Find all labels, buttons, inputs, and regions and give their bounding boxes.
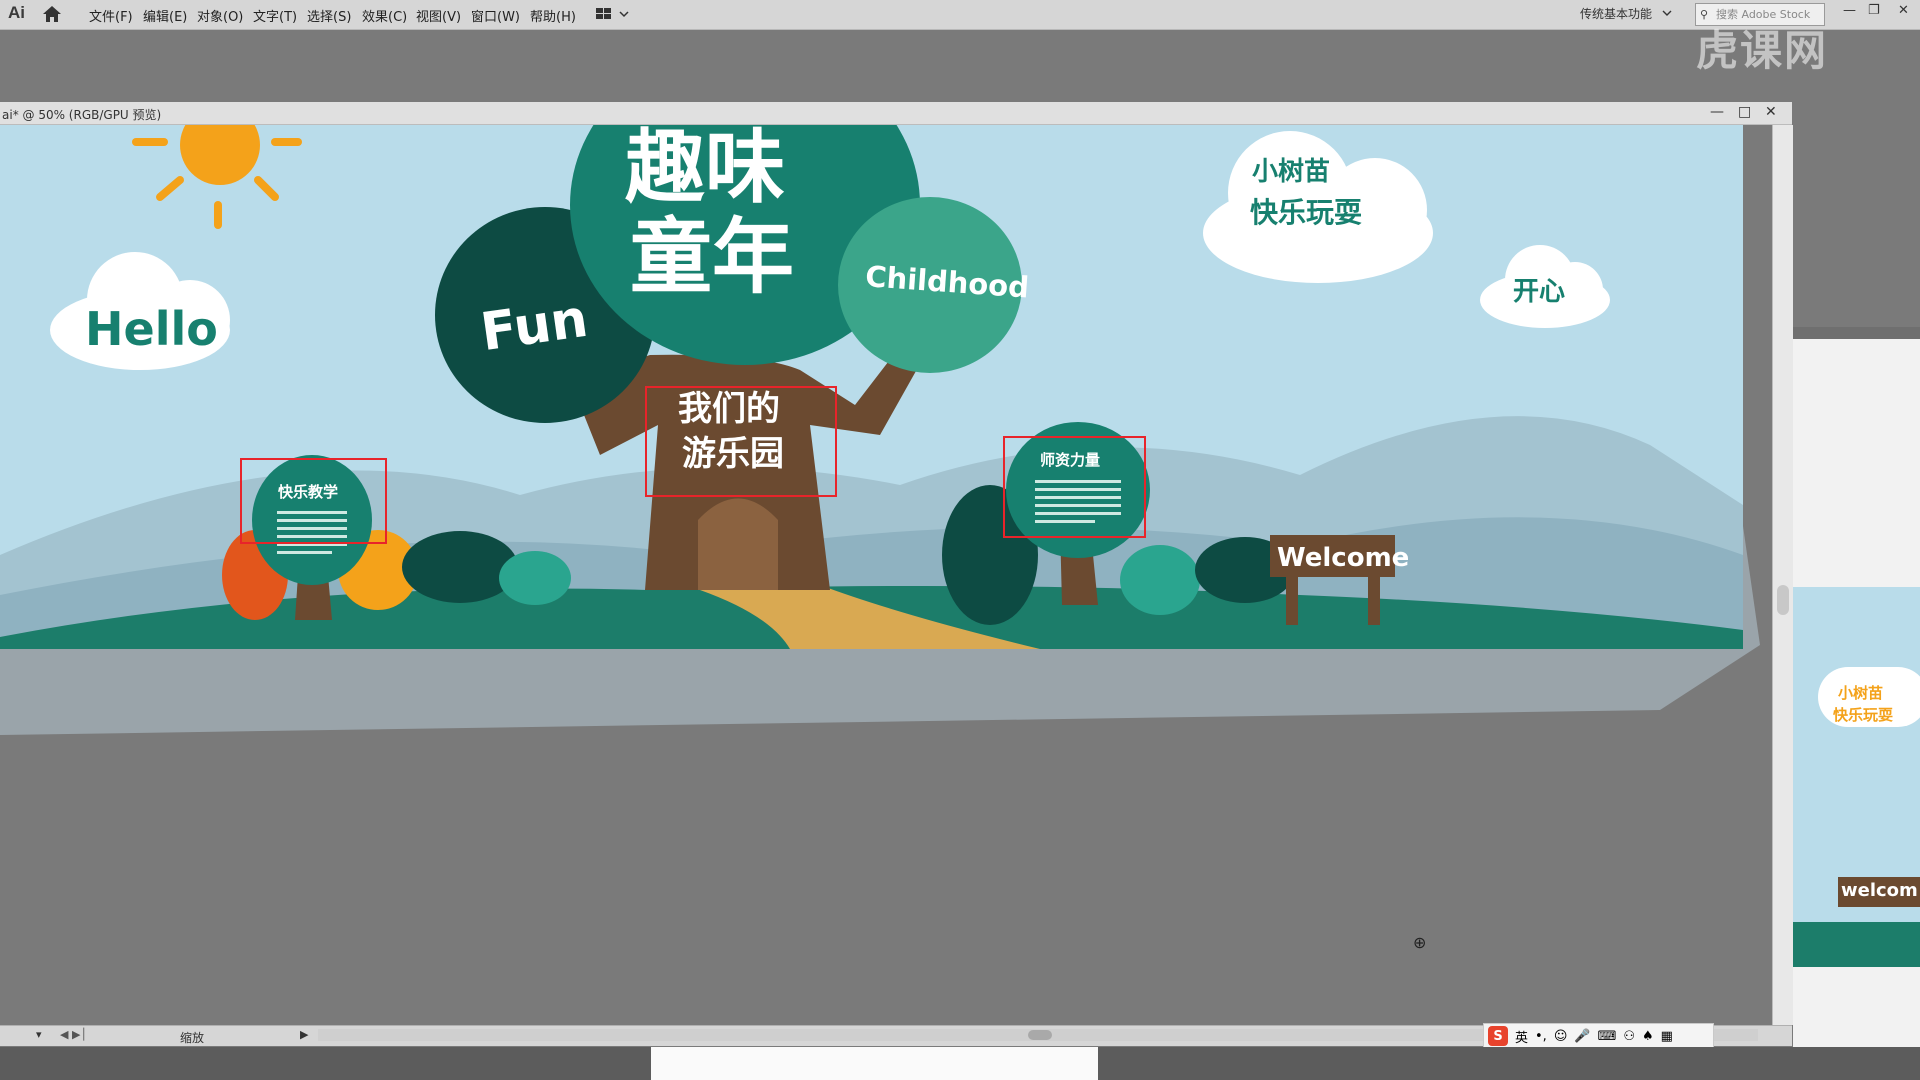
artboard-nav-icon[interactable]: ◀ ▶│	[60, 1028, 87, 1041]
scroll-thumb[interactable]	[1777, 585, 1789, 615]
minimize-icon[interactable]: —	[1843, 3, 1856, 18]
status-zoom-label: 缩放	[180, 1031, 205, 1045]
doc-maximize-icon[interactable]: □	[1738, 104, 1751, 120]
emoji-icon[interactable]: ☺	[1554, 1029, 1568, 1044]
title-line2: 童年	[630, 210, 794, 305]
vertical-scrollbar[interactable]	[1772, 125, 1793, 1025]
title-line1: 趣味	[625, 125, 785, 214]
preview-cloud-line1: 小树苗	[1838, 684, 1884, 702]
workspace-switcher[interactable]: 传统基本功能	[1580, 5, 1652, 22]
right-tree-title: 师资力量	[1040, 451, 1100, 469]
cloud-sapling-line1: 小树苗	[1252, 157, 1330, 187]
menu-object[interactable]: 对象(O)	[197, 6, 243, 25]
menu-file[interactable]: 文件(F)	[89, 6, 133, 25]
preview-sign-text: welcom	[1841, 880, 1918, 901]
menu-view[interactable]: 视图(V)	[416, 6, 461, 25]
cloud-happy-text: 开心	[1513, 277, 1565, 307]
home-icon[interactable]	[42, 5, 62, 23]
document-tab[interactable]: ai* @ 50% (RGB/GPU 预览) — □ ✕	[0, 102, 1792, 125]
skin-icon[interactable]: ♠	[1642, 1029, 1654, 1044]
doc-minimize-icon[interactable]: —	[1710, 104, 1724, 120]
trunk-text-line1: 我们的	[678, 389, 780, 429]
restore-icon[interactable]: ❐	[1868, 3, 1880, 18]
welcome-sign-text: Welcome	[1277, 543, 1409, 573]
user-icon[interactable]: ⚇	[1623, 1029, 1635, 1044]
close-icon[interactable]: ✕	[1898, 3, 1909, 18]
preview-panel: 小树苗 快乐玩耍 welcom	[1793, 327, 1920, 1077]
left-tree-title: 快乐教学	[278, 483, 338, 501]
taskbar-active-window[interactable]	[651, 1047, 1098, 1080]
zoom-cursor-icon: ⊕	[1413, 933, 1427, 952]
cloud-sapling-line2: 快乐玩耍	[1250, 196, 1362, 229]
menu-bar: Ai 文件(F) 编辑(E) 对象(O) 文字(T) 选择(S) 效果(C) 视…	[0, 0, 1920, 30]
doc-close-icon[interactable]: ✕	[1765, 104, 1777, 120]
grid-icon[interactable]: ▦	[1661, 1029, 1673, 1044]
menu-effect[interactable]: 效果(C)	[362, 6, 407, 25]
menu-type[interactable]: 文字(T)	[253, 6, 297, 25]
document-title: ai* @ 50% (RGB/GPU 预览)	[2, 108, 162, 122]
app-logo: Ai	[8, 3, 25, 22]
preview-cloud-line2: 快乐玩耍	[1833, 706, 1894, 724]
keyboard-icon[interactable]: ⌨	[1598, 1029, 1617, 1044]
microphone-icon[interactable]: 🎤	[1574, 1029, 1590, 1044]
h-scroll-thumb[interactable]	[1028, 1030, 1052, 1040]
menu-help[interactable]: 帮助(H)	[530, 6, 576, 25]
arrange-documents-icon[interactable]	[596, 7, 632, 21]
cloud-hello-text: Hello	[85, 302, 218, 356]
menu-edit[interactable]: 编辑(E)	[143, 6, 187, 25]
trunk-text-line2: 游乐园	[682, 434, 784, 474]
watermark: 虎课网	[1696, 26, 1829, 75]
menu-window[interactable]: 窗口(W)	[471, 6, 520, 25]
status-arrow-icon[interactable]: ▶	[300, 1028, 308, 1041]
preview-canvas: 小树苗 快乐玩耍 welcom	[1793, 587, 1920, 967]
ime-toolbar: S 英 •, ☺ 🎤 ⌨ ⚇ ♠ ▦	[1483, 1023, 1714, 1049]
menu-select[interactable]: 选择(S)	[307, 6, 351, 25]
artboard-canvas[interactable]: Hello 小树苗 快乐玩耍 开心 Fun Childhood 趣味 童年 我们…	[0, 125, 1780, 1025]
chevron-down-icon[interactable]	[1662, 9, 1672, 17]
punctuation-icon[interactable]: •,	[1535, 1029, 1547, 1044]
zoom-dropdown-chevron-icon[interactable]: ▾	[36, 1028, 42, 1041]
ime-mode[interactable]: 英	[1515, 1027, 1528, 1046]
ime-logo[interactable]: S	[1488, 1026, 1508, 1046]
